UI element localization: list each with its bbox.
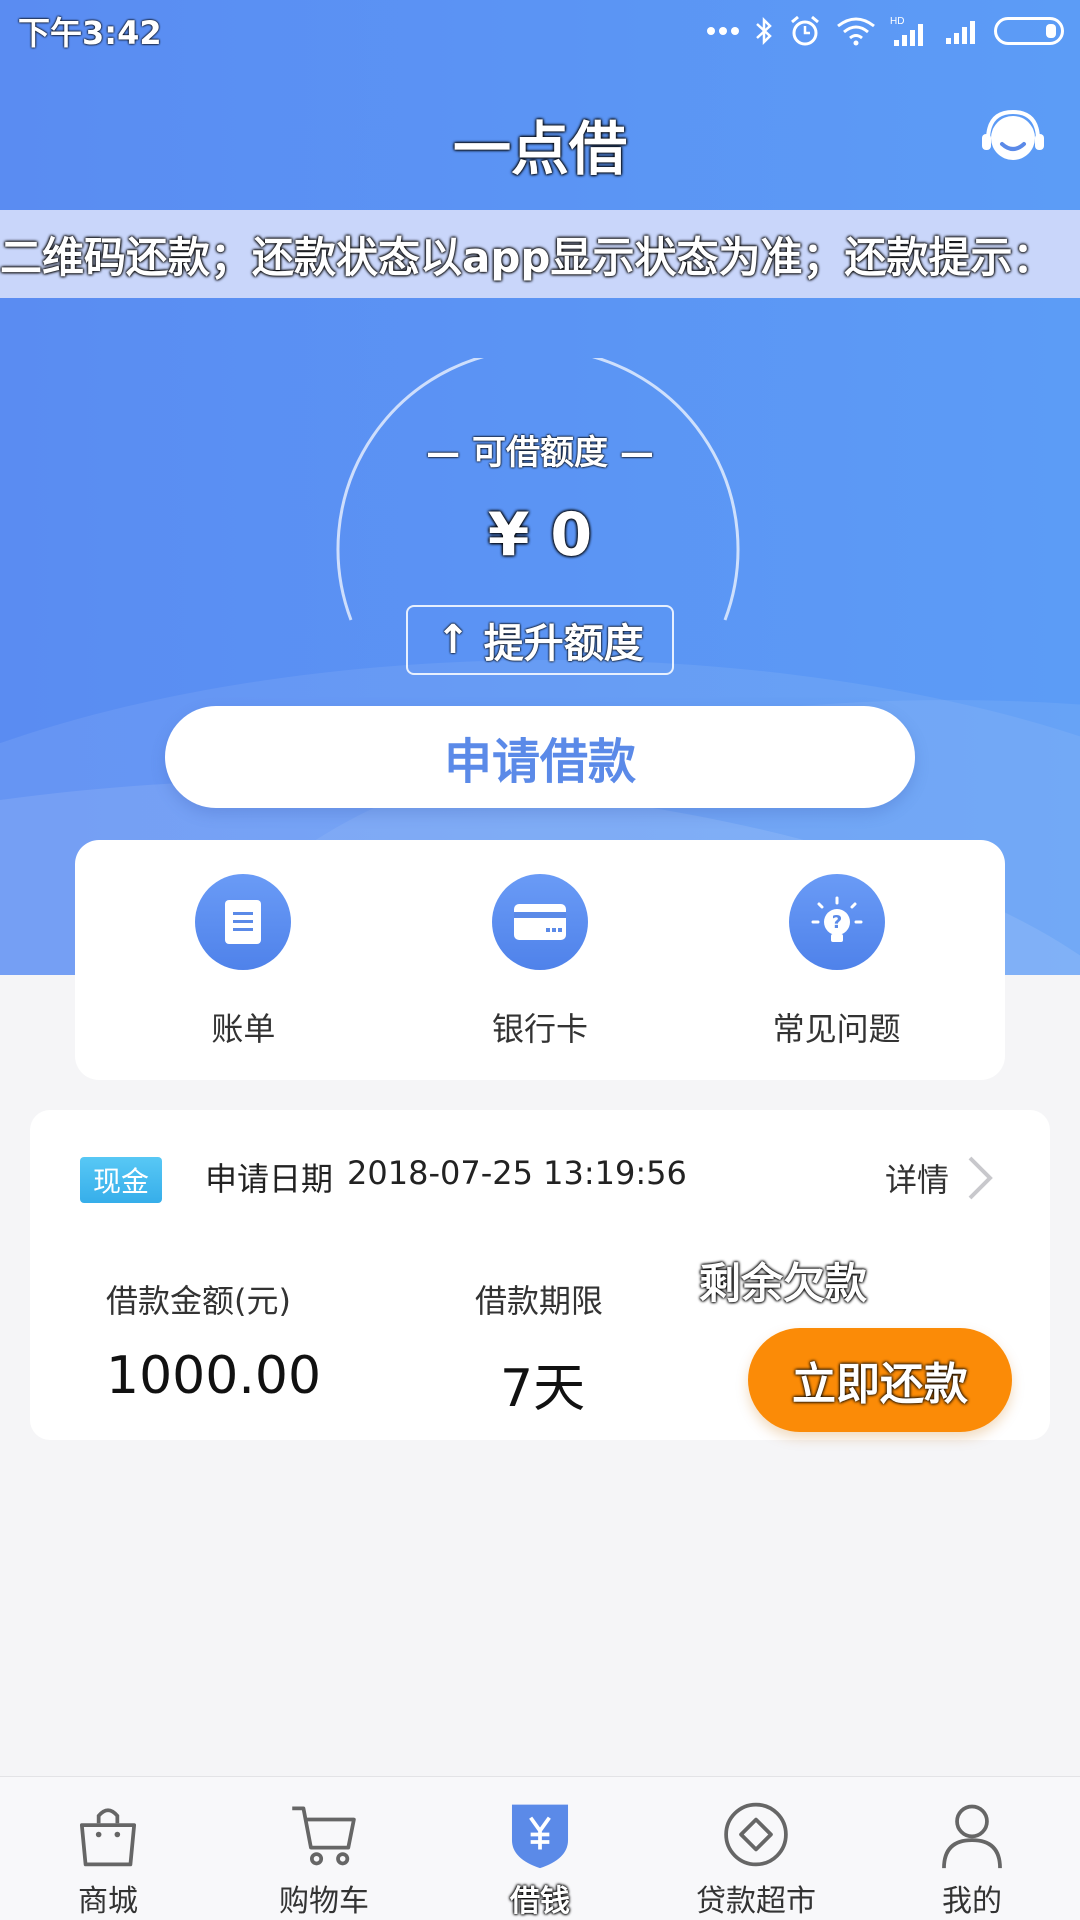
shopping-bag-icon (79, 1808, 137, 1867)
apply-loan-button[interactable]: 申请借款 (165, 706, 915, 808)
detail-link[interactable]: 详情 (885, 1154, 995, 1202)
status-icons: HD (706, 14, 1064, 48)
nav-item-loan-market[interactable]: 贷款超市 (648, 1777, 864, 1920)
credit-label: — 可借额度 — (426, 433, 654, 473)
quick-action-bank-card[interactable]: 银行卡 (410, 840, 670, 1080)
apply-date: 申请日期 2018-07-25 13:19:56 (205, 1154, 687, 1200)
status-bar: 下午3:42 HD (0, 0, 1080, 62)
signal-icon (944, 14, 980, 48)
bill-icon (195, 874, 292, 970)
repay-now-button[interactable]: 立即还款 (748, 1328, 1012, 1432)
alarm-icon (788, 14, 822, 48)
chevron-right-icon (968, 1156, 993, 1200)
notice-text: 二维码还款；还款状态以app显示状态为准；还款提示： (0, 232, 1055, 282)
quick-action-bill[interactable]: 账单 (113, 840, 373, 1080)
arrow-up-icon: ↑ (436, 617, 470, 663)
quick-action-label: 银行卡 (491, 1010, 588, 1048)
status-time: 下午3:42 (18, 14, 162, 52)
nav-item-mall[interactable]: 商城 (0, 1777, 216, 1920)
nav-label: 借钱 (510, 1884, 570, 1919)
diamond-circle-icon (724, 1802, 788, 1867)
quick-action-label: 账单 (211, 1010, 276, 1048)
cash-badge: 现金 (80, 1157, 162, 1203)
credit-arc (336, 358, 740, 621)
raise-limit-label: 提升额度 (483, 621, 644, 667)
page-title: 一点借 (452, 115, 627, 183)
detail-label: 详情 (884, 1161, 949, 1199)
apply-date-value: 2018-07-25 13:19:56 (347, 1154, 687, 1192)
yuan-shield-icon (511, 1804, 569, 1869)
battery-icon (994, 17, 1064, 45)
more-dots-icon (706, 14, 740, 48)
remaining-debt-label: 剩余欠款 (698, 1259, 867, 1308)
nav-label: 我的 (942, 1884, 1002, 1919)
nav-label: 商城 (78, 1884, 138, 1919)
bottom-nav: 商城 购物车 借钱 贷款超市 我的 (0, 1776, 1080, 1920)
bluetooth-icon (754, 14, 774, 48)
notice-marquee: 二维码还款；还款状态以app显示状态为准；还款提示： (0, 210, 1080, 298)
app-header: 一点借 (0, 62, 1080, 210)
bank-card-icon (491, 874, 588, 970)
cart-icon (292, 1806, 356, 1866)
loan-amount-value: 1000.00 (106, 1346, 322, 1406)
nav-label: 贷款超市 (696, 1884, 816, 1919)
loan-record-card: 现金 申请日期 2018-07-25 13:19:56 详情 借款金额(元) 1… (30, 1110, 1050, 1440)
quick-action-label: 常见问题 (772, 1010, 901, 1048)
customer-service-icon[interactable] (978, 104, 1048, 174)
credit-amount: ¥ 0 (487, 500, 593, 570)
nav-item-mine[interactable]: 我的 (864, 1777, 1080, 1920)
svg-text:?: ? (831, 912, 841, 933)
lightbulb-question-icon: ? (788, 874, 885, 970)
nav-label: 购物车 (279, 1884, 369, 1919)
raise-limit-button[interactable]: ↑ 提升额度 (406, 605, 674, 675)
quick-actions-card: 账单 银行卡 ? 常见问题 (75, 840, 1005, 1080)
nav-item-cart[interactable]: 购物车 (216, 1777, 432, 1920)
loan-term-label: 借款期限 (475, 1282, 604, 1320)
signal-hd-icon: HD (890, 14, 930, 48)
apply-date-label: 申请日期 (205, 1160, 334, 1198)
signal-badge-text: HD (890, 16, 904, 27)
loan-amount-label: 借款金额(元) (106, 1282, 291, 1320)
quick-action-faq[interactable]: ? 常见问题 (707, 840, 967, 1080)
wifi-icon (836, 14, 876, 48)
user-icon (942, 1804, 1002, 1869)
nav-item-borrow[interactable]: 借钱 (432, 1777, 648, 1920)
loan-term-value: 7天 (500, 1359, 586, 1419)
